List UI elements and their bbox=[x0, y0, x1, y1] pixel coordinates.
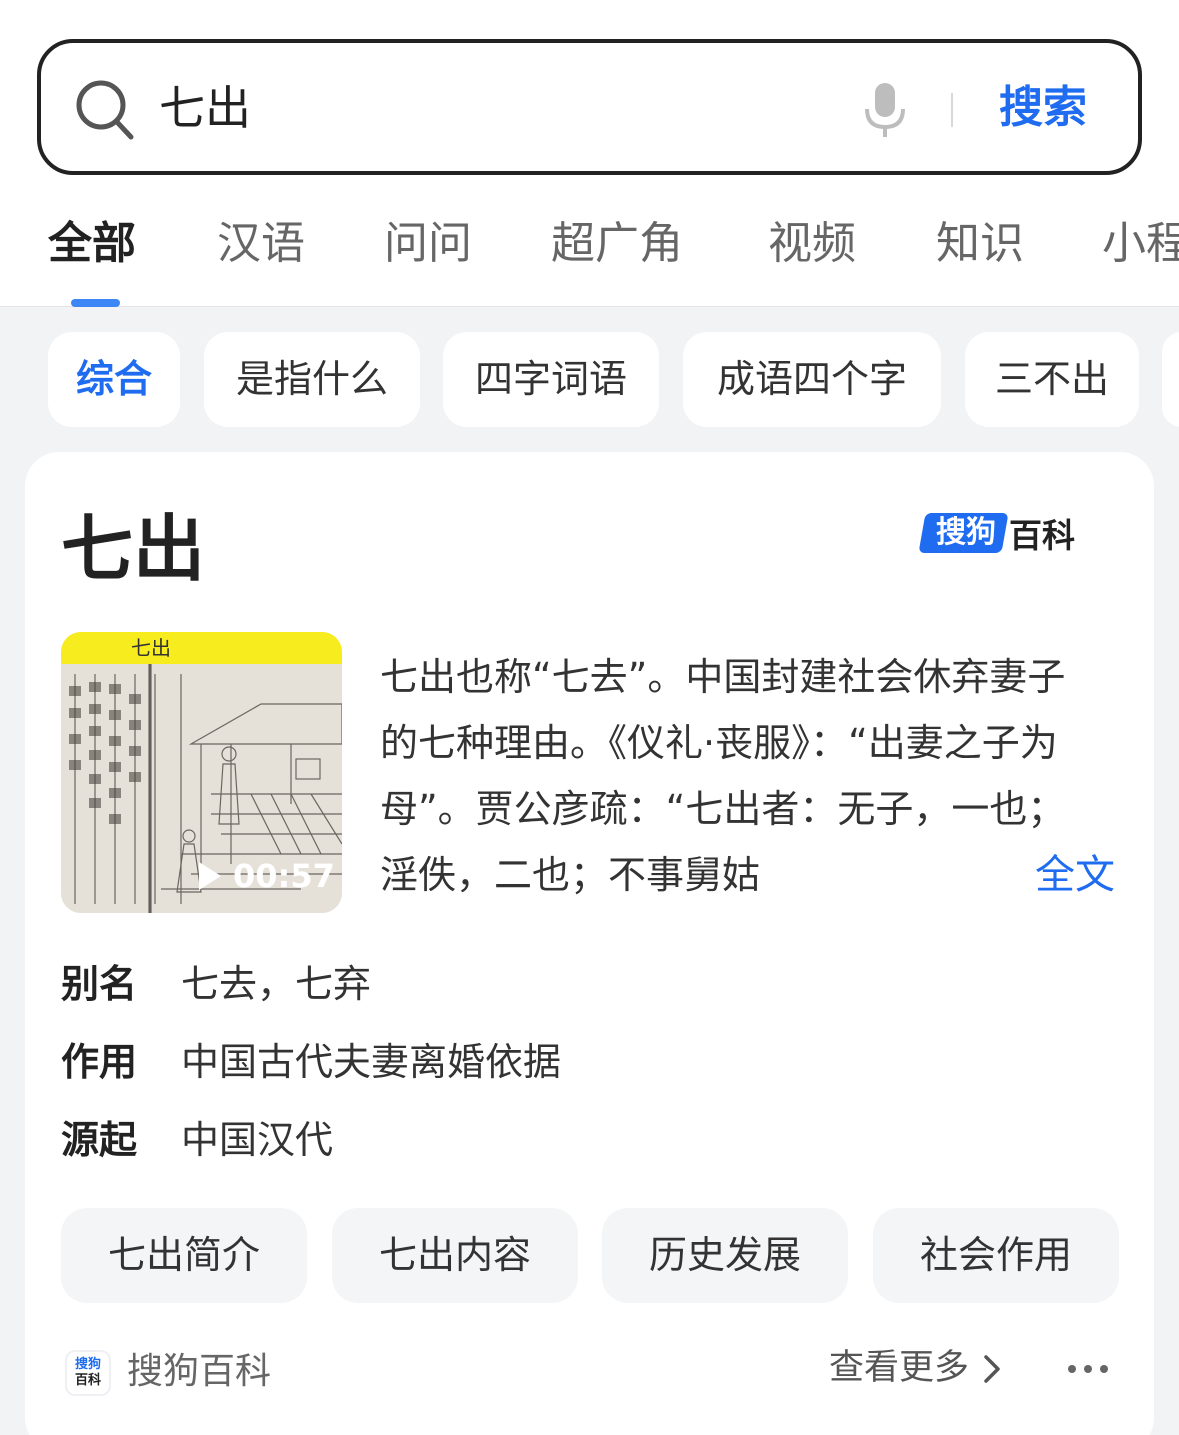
category-tabs: 全部 汉语 问问 超广角 视频 知识 小程 bbox=[0, 208, 1179, 307]
view-more-link[interactable]: 查看更多 bbox=[829, 1340, 969, 1396]
attribute-key: 源起 bbox=[61, 1118, 138, 1162]
tab-video[interactable]: 视频 bbox=[768, 208, 856, 280]
fulltext-link[interactable]: 全文 bbox=[1035, 842, 1115, 908]
chip-comprehensive[interactable]: 综合 bbox=[48, 332, 180, 427]
section-intro-button[interactable]: 七出简介 bbox=[61, 1208, 307, 1303]
chip-overflow[interactable] bbox=[1162, 332, 1179, 427]
brand-rest-text: 百科 bbox=[1009, 516, 1075, 555]
brand-badge-text: 搜狗 bbox=[936, 515, 996, 550]
video-duration: 00:57 bbox=[233, 857, 335, 895]
filter-chips: 综合 是指什么 四字词语 成语四个字 三不出 bbox=[0, 332, 1179, 428]
tab-wenwen[interactable]: 问问 bbox=[384, 208, 472, 280]
chip-four-char-idioms[interactable]: 成语四个字 bbox=[683, 332, 941, 427]
tab-all[interactable]: 全部 bbox=[48, 208, 136, 280]
search-input[interactable]: 七出 bbox=[159, 73, 799, 143]
attribute-key: 别名 bbox=[61, 962, 138, 1006]
search-header: 七出 搜索 全部 汉语 问问 超广角 视频 知识 小程 bbox=[0, 0, 1179, 307]
section-content-button[interactable]: 七出内容 bbox=[332, 1208, 578, 1303]
source-logo-line1: 搜狗 bbox=[74, 1357, 101, 1372]
thumbnail-caption: 七出 bbox=[61, 632, 342, 664]
encyclopedia-card: 七出 搜狗 百科 七出 00:57 七出也称“七去”。中国封建社会休弃妻子的七种… bbox=[25, 452, 1154, 1435]
search-button[interactable]: 搜索 bbox=[999, 73, 1087, 143]
tab-knowledge[interactable]: 知识 bbox=[936, 208, 1024, 280]
section-social-role-button[interactable]: 社会作用 bbox=[873, 1208, 1119, 1303]
chevron-right-icon[interactable] bbox=[983, 1354, 1001, 1384]
attribute-value: 中国古代夫妻离婚依据 bbox=[181, 1040, 562, 1084]
tab-chinese[interactable]: 汉语 bbox=[217, 208, 305, 280]
sogou-baike-logo: 搜狗 百科 bbox=[918, 510, 1075, 556]
attribute-key: 作用 bbox=[61, 1040, 138, 1084]
attribute-value: 七去，七弃 bbox=[181, 962, 372, 1006]
chip-four-char-words[interactable]: 四字词语 bbox=[443, 332, 659, 427]
search-bar: 七出 搜索 bbox=[37, 39, 1142, 175]
video-thumbnail[interactable]: 七出 00:57 bbox=[61, 632, 342, 913]
chip-meaning[interactable]: 是指什么 bbox=[204, 332, 420, 427]
microphone-icon[interactable] bbox=[863, 83, 907, 139]
search-icon[interactable] bbox=[75, 79, 135, 141]
tab-mini-program[interactable]: 小程 bbox=[1102, 208, 1179, 280]
tab-wide-angle[interactable]: 超广角 bbox=[551, 208, 683, 280]
chip-san-bu-chu[interactable]: 三不出 bbox=[965, 332, 1139, 427]
active-tab-indicator bbox=[71, 299, 120, 307]
source-name[interactable]: 搜狗百科 bbox=[127, 1344, 271, 1400]
card-title: 七出 bbox=[61, 507, 206, 591]
more-dots-icon[interactable] bbox=[1065, 1354, 1111, 1384]
attribute-value: 中国汉代 bbox=[181, 1118, 334, 1162]
source-logo-icon: 搜狗 百科 bbox=[65, 1350, 111, 1396]
search-divider bbox=[951, 93, 953, 127]
section-history-button[interactable]: 历史发展 bbox=[602, 1208, 848, 1303]
summary-fade bbox=[955, 842, 1015, 908]
source-logo-line2: 百科 bbox=[74, 1373, 101, 1388]
play-icon bbox=[199, 862, 221, 890]
